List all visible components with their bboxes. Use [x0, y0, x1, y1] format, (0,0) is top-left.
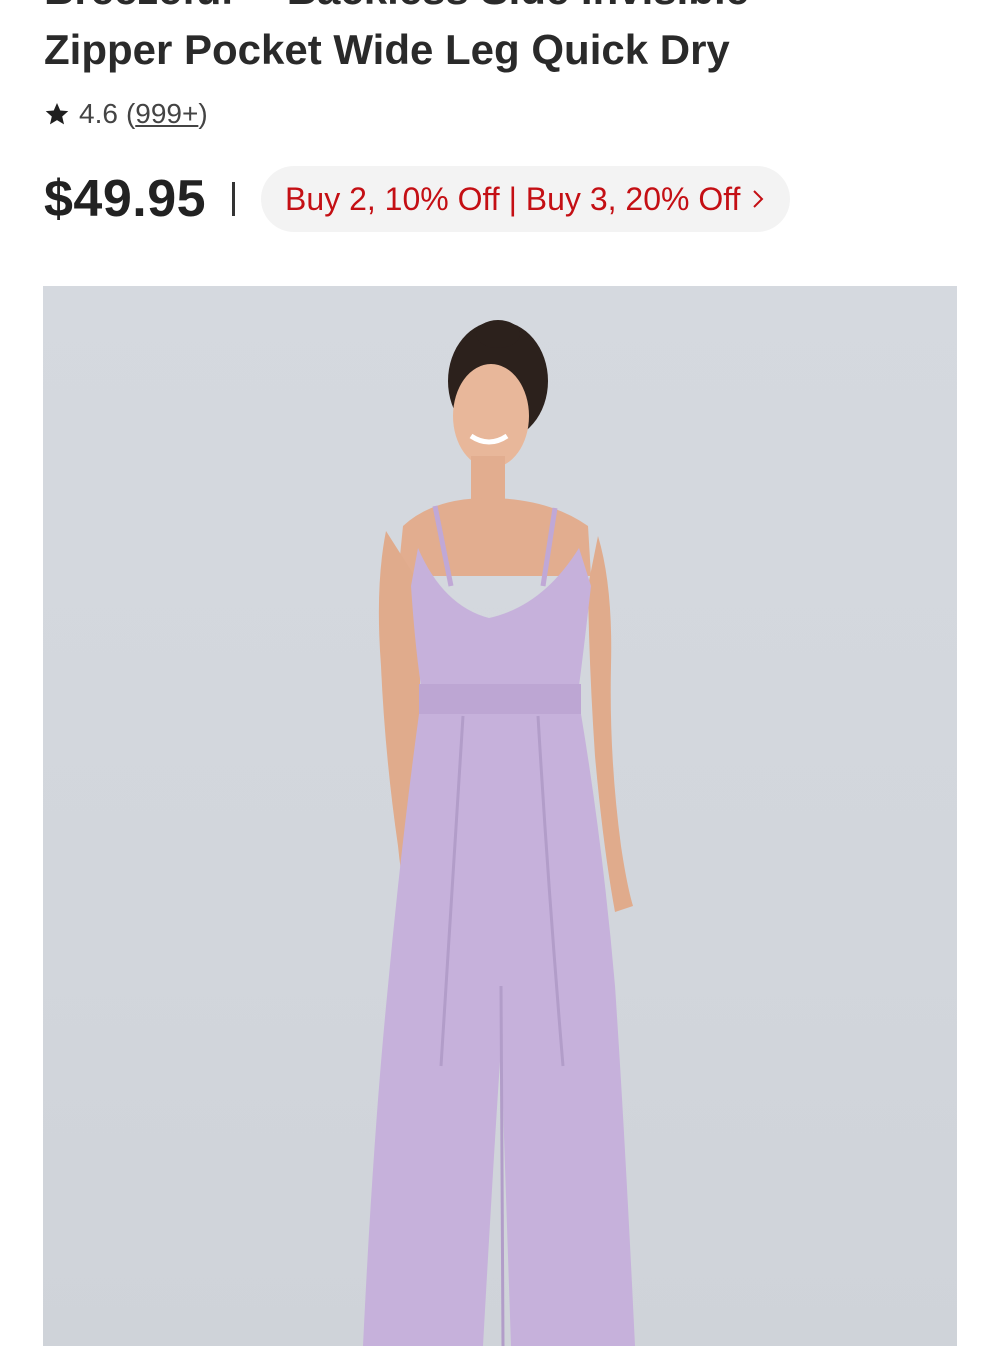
- rating: 4.6 (999+): [44, 98, 208, 130]
- shoulders: [398, 498, 591, 576]
- promo-label: Buy 2, 10% Off | Buy 3, 20% Off: [285, 180, 741, 217]
- star-icon: [45, 102, 69, 125]
- rating-value: 4.6: [79, 98, 118, 129]
- price: $49.95: [44, 170, 207, 228]
- promo-button[interactable]: Buy 2, 10% Off | Buy 3, 20% Off: [261, 166, 791, 232]
- price-row: $49.95 Buy 2, 10% Off | Buy 3, 20% Off: [44, 166, 791, 232]
- product-title: Breezeful™ Backless Side Invisible Zippe…: [44, 0, 964, 80]
- waistband: [419, 684, 581, 714]
- review-count-link[interactable]: (999+): [126, 98, 208, 130]
- product-title-line-1: Breezeful™ Backless Side Invisible: [44, 0, 964, 20]
- hair-bun: [476, 320, 520, 348]
- price-divider: [232, 182, 236, 216]
- review-count[interactable]: 999+: [135, 98, 198, 129]
- face: [453, 364, 529, 468]
- chevron-right-icon: [753, 190, 764, 208]
- product-illustration: [363, 320, 635, 1346]
- product-image[interactable]: [43, 286, 957, 1346]
- product-title-line-2: Zipper Pocket Wide Leg Quick Dry: [44, 26, 730, 73]
